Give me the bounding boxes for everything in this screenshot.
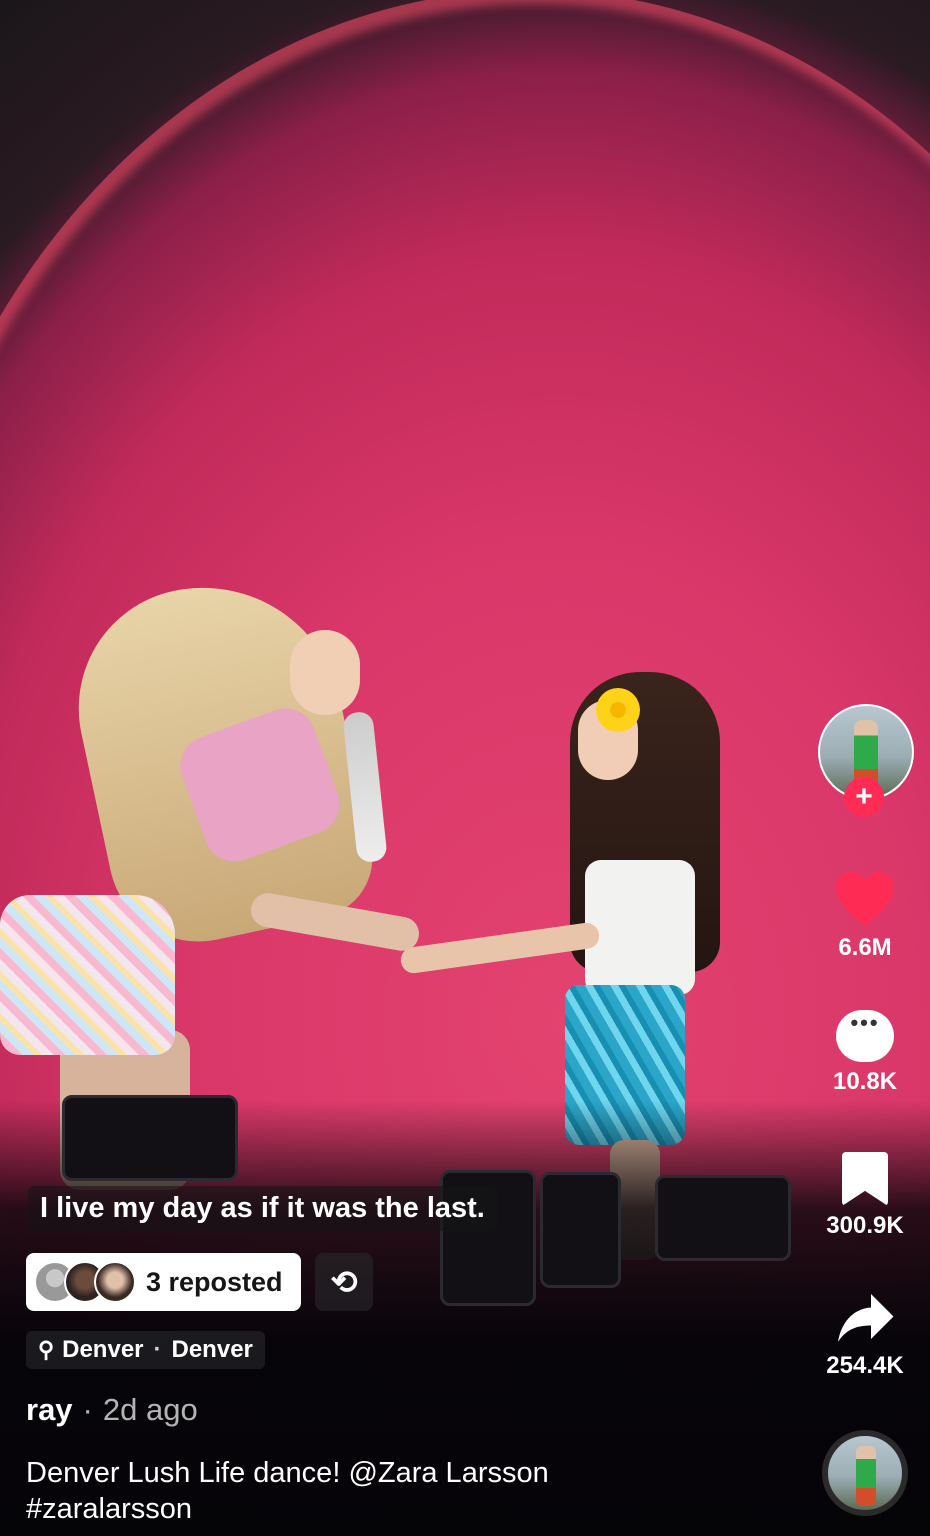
repost-count-label: 3 reposted [146, 1266, 283, 1297]
music-disc[interactable] [822, 1430, 908, 1516]
location-region: Denver [171, 1336, 253, 1363]
post-description: Denver Lush Life dance! @Zara Larsson #z… [26, 1455, 706, 1527]
share-icon [838, 1294, 894, 1342]
share-count: 254.4K [826, 1352, 904, 1379]
reposter-avatars [34, 1261, 136, 1303]
repost-pill[interactable]: 3 reposted [26, 1253, 301, 1311]
location-city: Denver [62, 1336, 144, 1363]
comment-icon: ••• [836, 1010, 894, 1062]
flower-hairpin [596, 688, 640, 732]
crowd-phone [62, 1095, 238, 1181]
performer-skirt [0, 895, 175, 1055]
performer-face [290, 630, 360, 715]
heart-icon [836, 871, 894, 927]
follow-button[interactable]: + [844, 777, 884, 817]
hashtag-link[interactable]: #zaralarsson [26, 1493, 192, 1525]
author-line: ray · 2d ago [26, 1392, 198, 1428]
plus-icon: + [855, 780, 873, 813]
post-time: 2d ago [102, 1392, 198, 1427]
mention-link[interactable]: @Zara Larsson [348, 1457, 548, 1489]
like-count: 6.6M [838, 934, 892, 961]
location-tag[interactable]: ⚲ Denver · Denver [26, 1331, 265, 1369]
save-button[interactable]: 300.9K [800, 1152, 930, 1240]
repost-button[interactable]: ⟲ [315, 1253, 373, 1311]
description-text: Denver Lush Life dance! [26, 1457, 341, 1489]
like-button[interactable]: 6.6M [800, 870, 930, 962]
comment-button[interactable]: ••• 10.8K [800, 1010, 930, 1096]
save-count: 300.9K [826, 1212, 904, 1239]
separator: · [153, 1336, 162, 1363]
girl-top [585, 860, 695, 995]
location-pin-icon: ⚲ [38, 1337, 55, 1362]
share-button[interactable]: 254.4K [800, 1290, 930, 1380]
repost-icon: ⟲ [330, 1264, 358, 1300]
avatar [94, 1261, 136, 1303]
video-caption-overlay: I live my day as if it was the last. [28, 1186, 497, 1231]
crowd-phone [655, 1175, 791, 1261]
author-name[interactable]: ray [26, 1392, 73, 1428]
girl-arm [399, 921, 601, 975]
crowd-phone [540, 1172, 621, 1288]
separator: · [82, 1392, 93, 1427]
bookmark-icon [842, 1152, 888, 1206]
avatar-figure [856, 1446, 876, 1506]
comment-count: 10.8K [832, 1068, 898, 1095]
